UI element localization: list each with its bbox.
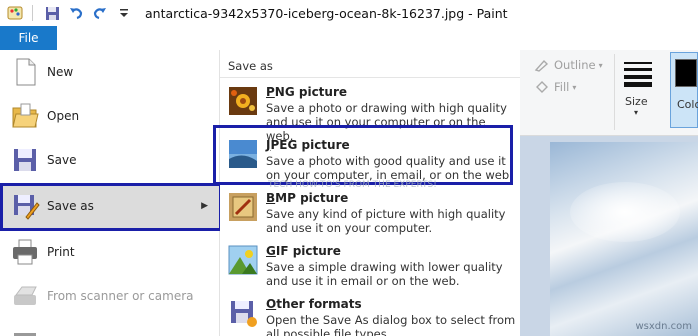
other-formats-icon <box>228 298 258 328</box>
save-icon <box>10 145 40 175</box>
undo-icon[interactable] <box>67 4 85 22</box>
paint-app-icon[interactable] <box>6 4 24 22</box>
save-as-gif[interactable]: GIF picture Save a simple drawing with l… <box>220 239 520 291</box>
scanner-icon <box>10 281 40 311</box>
overlay-watermark-text: TECH HOW-TO'S FROM THE EXPERTS! <box>268 180 437 190</box>
description-line: Save a simple drawing with lower quality <box>266 260 503 274</box>
redo-icon[interactable] <box>91 4 109 22</box>
highlight-save-as <box>0 183 222 231</box>
option-description: Save a simple drawing with lower quality… <box>266 260 516 288</box>
menu-item-open[interactable]: Open <box>0 94 220 138</box>
description-line: Open the Save As dialog box to select fr… <box>266 313 516 327</box>
ribbon-separator <box>614 54 615 130</box>
option-title: GIF picture <box>266 244 341 258</box>
toolbar-separator <box>32 5 33 21</box>
ribbon: Outline ▾ Fill ▾ Size ▾ Colo <box>520 50 698 136</box>
option-title: Other formats <box>266 297 362 311</box>
description-line: all possible file types. <box>266 327 391 336</box>
size-lines-icon <box>622 58 654 88</box>
window-title: antarctica-9342x5370-iceberg-ocean-8k-16… <box>145 5 508 21</box>
menu-item-from-scanner[interactable]: From scanner or camera <box>0 274 220 318</box>
size-button[interactable] <box>618 54 660 130</box>
description-line: Save a photo or drawing with high qualit… <box>266 101 507 115</box>
outline-dropdown-icon: ▾ <box>598 60 603 70</box>
fill-label: Fill <box>554 80 570 94</box>
option-description: Open the Save As dialog box to select fr… <box>266 313 516 336</box>
printer-icon <box>10 237 40 267</box>
color-1-button[interactable]: Colo <box>670 52 698 128</box>
title-bar: antarctica-9342x5370-iceberg-ocean-8k-16… <box>0 0 698 26</box>
menu-item-label: Open <box>47 109 80 123</box>
save-icon[interactable] <box>43 4 61 22</box>
menu-item-label: Print <box>47 245 75 259</box>
size-dropdown-icon: ▾ <box>634 108 639 117</box>
menu-item-label: New <box>47 65 74 79</box>
menu-item-save[interactable]: Save <box>0 138 220 182</box>
file-tab[interactable]: File <box>0 26 57 50</box>
menu-item-label: From scanner or camera <box>47 289 194 303</box>
menu-item-label: Save <box>47 153 77 167</box>
option-description: Save any kind of picture with high quali… <box>266 207 516 235</box>
menu-item-new[interactable]: New <box>0 50 220 94</box>
divider <box>220 77 520 78</box>
description-line: and use it on your computer. <box>266 221 433 235</box>
outline-label: Outline <box>554 58 596 72</box>
new-document-icon <box>10 57 40 87</box>
color-swatch <box>675 59 697 87</box>
open-folder-icon <box>10 101 40 131</box>
description-line: Save any kind of picture with high quali… <box>266 207 506 221</box>
canvas-area[interactable]: wsxdn.com <box>520 136 698 336</box>
option-title: PNG picture <box>266 85 348 99</box>
fill-icon <box>534 80 550 94</box>
menu-item-print[interactable]: Print <box>0 230 220 274</box>
option-title: BMP picture <box>266 191 349 205</box>
fill-button[interactable]: Fill ▾ <box>534 80 576 94</box>
save-as-other-formats[interactable]: Other formats Open the Save As dialog bo… <box>220 292 520 336</box>
iceberg-image <box>550 142 698 336</box>
customize-dropdown-icon[interactable] <box>115 4 133 22</box>
save-as-header: Save as <box>228 59 273 73</box>
color-label: Colo <box>677 98 698 111</box>
save-as-bmp[interactable]: BMP picture Save any kind of picture wit… <box>220 186 520 238</box>
save-as-submenu: Save as PNG picture Save a photo or draw… <box>220 50 520 336</box>
bmp-picture-icon <box>228 192 258 222</box>
size-label: Size <box>625 95 648 108</box>
outline-button[interactable]: Outline ▾ <box>534 58 603 72</box>
menu-item-partial <box>10 328 40 336</box>
outline-icon <box>534 58 550 72</box>
fill-dropdown-icon: ▾ <box>572 82 577 92</box>
highlight-jpeg <box>213 125 513 185</box>
gif-picture-icon <box>228 245 258 275</box>
png-picture-icon <box>228 86 258 116</box>
watermark: wsxdn.com <box>635 321 692 332</box>
description-line: and use it in email or on the web. <box>266 274 460 288</box>
